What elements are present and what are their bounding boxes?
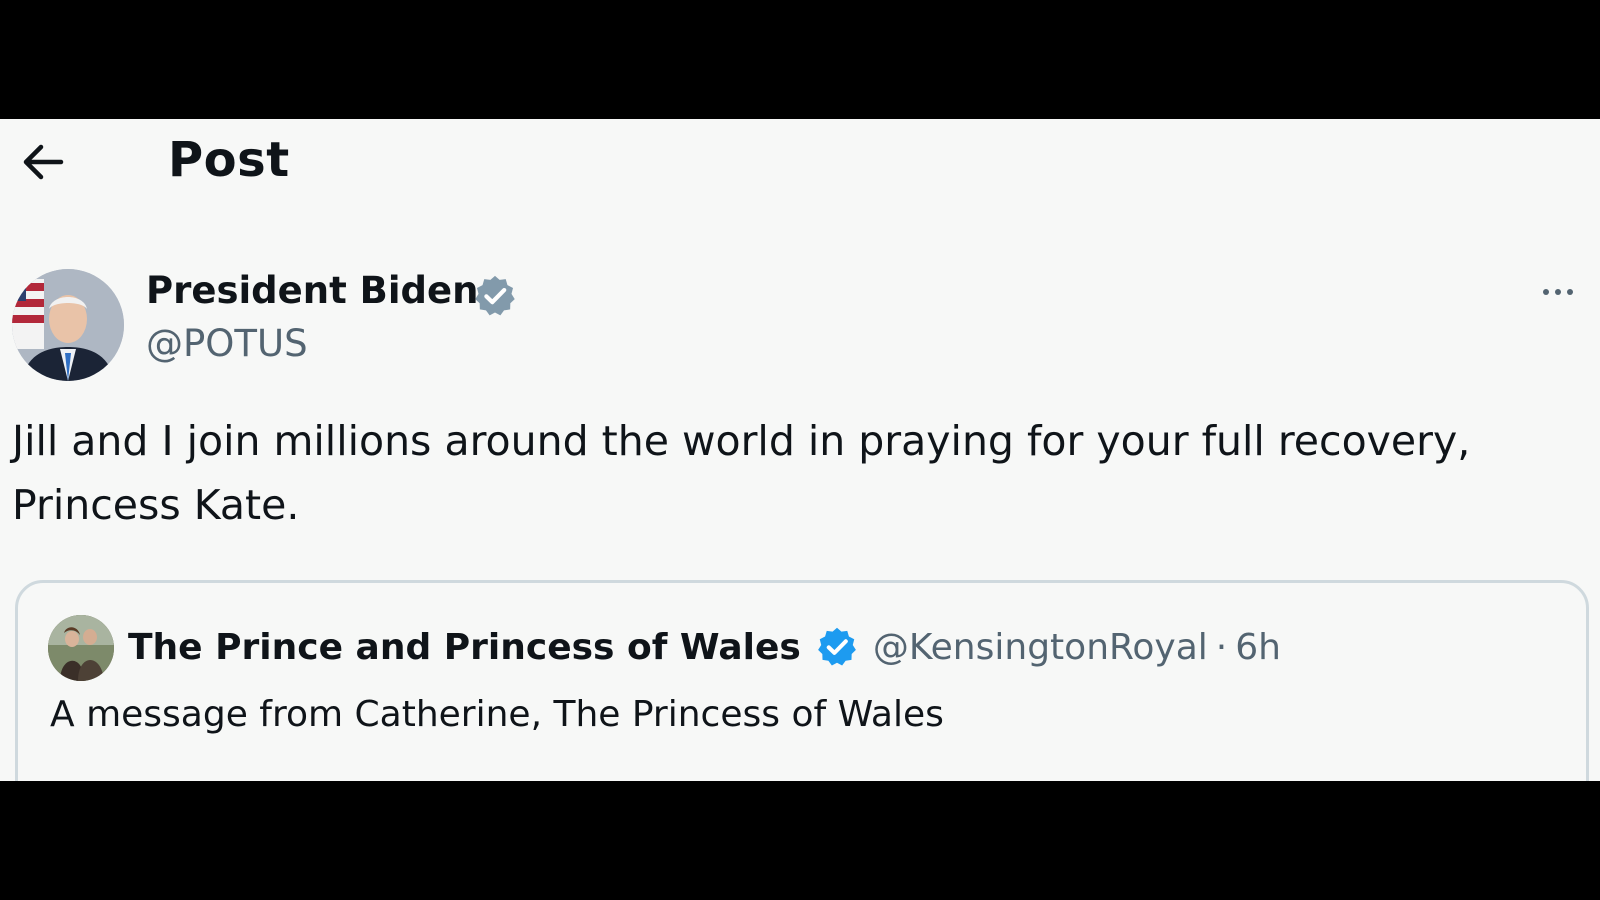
quote-author-name[interactable]: The Prince and Princess of Wales bbox=[128, 627, 801, 668]
verified-badge-icon bbox=[475, 275, 515, 316]
quote-text: A message from Catherine, The Princess o… bbox=[50, 694, 944, 735]
quote-header: The Prince and Princess of Wales @Kensin… bbox=[128, 625, 1281, 669]
avatar[interactable] bbox=[12, 269, 124, 381]
header: Post bbox=[0, 119, 1600, 209]
more-options-button[interactable] bbox=[1534, 277, 1582, 307]
quoted-post[interactable]: The Prince and Princess of Wales @Kensin… bbox=[15, 580, 1589, 781]
author-handle[interactable]: @POTUS bbox=[146, 322, 308, 365]
arrow-left-icon bbox=[23, 144, 64, 180]
quote-timestamp[interactable]: 6h bbox=[1235, 627, 1281, 668]
page-title: Post bbox=[168, 132, 290, 188]
letterbox-bottom bbox=[0, 781, 1600, 900]
quote-avatar[interactable] bbox=[48, 615, 114, 681]
more-dot bbox=[1567, 289, 1573, 295]
more-dot bbox=[1555, 289, 1561, 295]
author-name[interactable]: President Biden bbox=[146, 269, 478, 312]
post-text: Jill and I join millions around the worl… bbox=[12, 417, 1471, 529]
letterbox-top bbox=[0, 0, 1600, 119]
quote-author-handle[interactable]: @KensingtonRoyal bbox=[873, 627, 1208, 668]
back-button[interactable] bbox=[18, 139, 68, 185]
quote-avatar-image bbox=[48, 615, 114, 681]
quote-separator: · bbox=[1215, 626, 1228, 668]
verified-badge-icon bbox=[817, 627, 856, 666]
post-screen: Post President Biden @POTUS Jill and I j… bbox=[0, 119, 1600, 781]
more-horizontal-icon bbox=[1543, 289, 1549, 295]
avatar-image bbox=[12, 269, 124, 381]
